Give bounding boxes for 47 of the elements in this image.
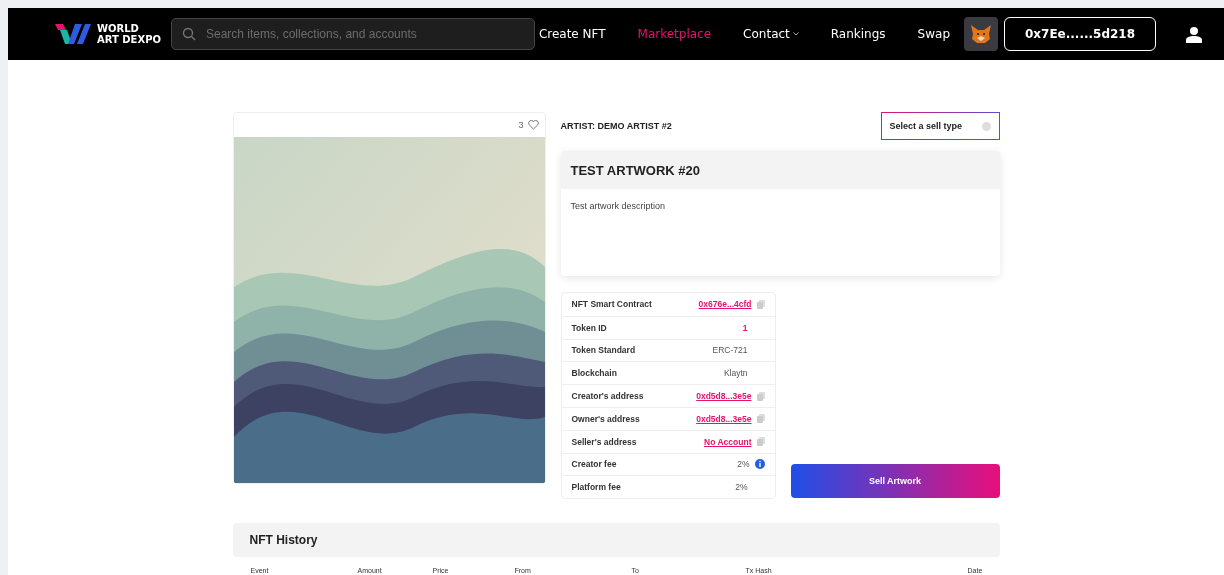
artwork-description: Test artwork description (569, 200, 667, 213)
detail-link[interactable]: No Account (704, 436, 752, 447)
nav-link[interactable]: Contact (743, 27, 799, 41)
caret-icon (792, 32, 799, 36)
detail-link[interactable]: 0xd5d8...3e5e (696, 413, 752, 424)
sell-type-select[interactable]: Select a sell type (880, 112, 1000, 140)
copy-icon[interactable] (756, 299, 765, 309)
nav-link[interactable]: Create NFT (538, 27, 606, 41)
detail-label: Platform fee (571, 482, 621, 493)
history-title: NFT History (249, 533, 318, 548)
detail-value: 2% (735, 482, 748, 493)
nav-link[interactable]: Swap (917, 27, 950, 41)
like-count: 3 (518, 120, 524, 130)
detail-value: ERC-721 (712, 345, 748, 356)
nav-link[interactable]: Rankings (830, 27, 886, 41)
fox-icon (970, 24, 992, 44)
sell-artwork-button[interactable]: Sell Artwork (790, 464, 1000, 499)
copy-icon[interactable] (756, 414, 765, 424)
logo-icon (55, 24, 91, 44)
search-input[interactable]: Search items, collections, and accounts (204, 26, 524, 42)
wallet-address-button[interactable]: 0x7Ee......5d218 (1004, 17, 1156, 51)
detail-label: Seller's address (571, 436, 637, 447)
detail-link[interactable]: 0x676e...4cfd (698, 299, 752, 310)
detail-value: Klaytn (723, 368, 748, 379)
wallet-button[interactable] (964, 17, 998, 51)
info-icon[interactable] (754, 459, 765, 470)
artwork-title: TEST ARTWORK #20 (570, 162, 701, 178)
search-icon (182, 27, 196, 41)
detail-label: Token Standard (571, 345, 636, 356)
nav-link[interactable]: Marketplace (637, 27, 712, 41)
detail-value: 2% (737, 459, 750, 470)
user-icon[interactable] (1186, 25, 1202, 43)
heart-icon[interactable] (527, 120, 539, 130)
detail-label: Creator's address (571, 391, 644, 402)
detail-label: Creator fee (571, 459, 617, 470)
detail-label: NFT Smart Contract (571, 299, 652, 310)
clear-icon (981, 121, 991, 131)
search-bar[interactable]: Search items, collections, and accounts (171, 18, 535, 50)
detail-value: 1 (742, 322, 748, 333)
artist-name: ARTIST: DEMO ARTIST #2 (560, 121, 672, 131)
brand-name: WORLD ART DEXPO (97, 23, 161, 45)
detail-label: Owner's address (571, 413, 640, 424)
detail-label: Blockchain (571, 368, 617, 379)
copy-icon[interactable] (756, 437, 765, 447)
detail-link[interactable]: 0xd5d8...3e5e (696, 391, 752, 402)
copy-icon[interactable] (756, 391, 765, 401)
detail-label: Token ID (571, 322, 607, 333)
